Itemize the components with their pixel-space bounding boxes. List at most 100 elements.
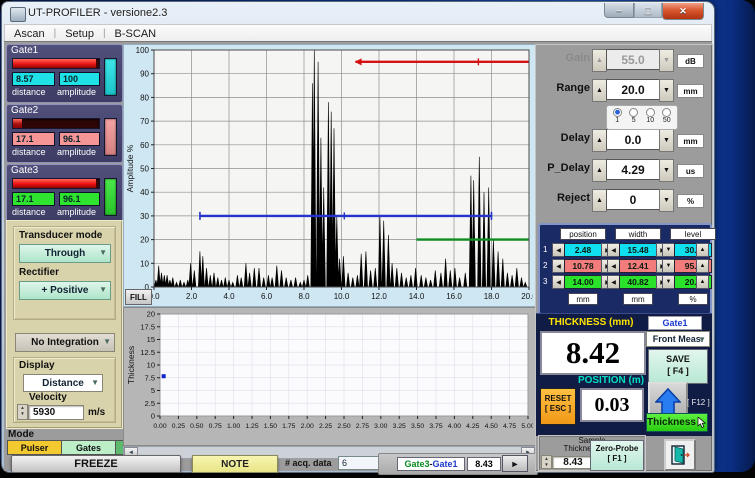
svg-text:1.25: 1.25 [245, 423, 258, 430]
control-unit: mm [677, 84, 704, 98]
integration-dropdown[interactable]: No Integration ▼ [15, 333, 115, 352]
menu-item-b-scan[interactable]: B-SCAN [106, 27, 166, 41]
rectifier-dropdown[interactable]: + Positive ▼ [19, 281, 111, 300]
velocity-field[interactable]: 5930 [28, 405, 84, 420]
svg-text:2.00: 2.00 [301, 423, 314, 430]
gate-level-inc-icon[interactable]: ▲ [696, 275, 709, 289]
gate-distance-label: distance [12, 147, 46, 157]
freeze-button[interactable]: FREEZE [11, 455, 181, 473]
gate-amplitude-label: amplitude [57, 87, 96, 97]
svg-text:20: 20 [147, 310, 155, 319]
control-label: Gain [566, 52, 590, 64]
svg-text:8.0: 8.0 [298, 292, 310, 301]
control-label: Range [556, 82, 590, 94]
increment-icon[interactable]: ▲ [592, 79, 607, 102]
minimize-button-icon[interactable]: – [604, 3, 634, 18]
gate-amplitude-bar-fill [13, 119, 22, 128]
increment-icon[interactable]: ▲ [592, 159, 607, 182]
velocity-label: Velocity [29, 392, 67, 403]
svg-text:6.0: 6.0 [261, 292, 273, 301]
increment-icon[interactable]: ▲ [592, 189, 607, 212]
svg-text:10.0: 10.0 [334, 292, 350, 301]
increment-icon: ▲ [592, 49, 607, 72]
thickness-display: 8.42 [540, 331, 646, 375]
gate-width-value[interactable]: 40.82 [619, 275, 657, 289]
screen: UT-PROFILER - versione2.3 – ▢ ✕ Ascan|Se… [0, 0, 755, 478]
svg-text:60: 60 [140, 141, 149, 150]
menu-item-ascan[interactable]: Ascan [5, 27, 54, 41]
control-row-reject: Reject▲0▼% [536, 189, 710, 211]
exit-button[interactable] [664, 439, 696, 471]
close-button-icon[interactable]: ✕ [662, 3, 704, 20]
thickness-plot: 02.557.51012.51517.5200.000.250.500.751.… [124, 308, 533, 443]
gate-level-inc-icon[interactable]: ▲ [696, 243, 709, 257]
step-radio-1[interactable]: 1 [613, 107, 622, 128]
decrement-icon[interactable]: ▼ [659, 79, 674, 102]
gate-amplitude-bar-fill [13, 179, 96, 188]
chevron-down-icon: ▼ [99, 285, 107, 294]
velocity-spinner[interactable]: ▲▼ [17, 404, 28, 420]
gate-position-value[interactable]: 10.78 [564, 259, 602, 273]
right-panel: Gain▲55.0▼dBRange▲20.0▼mmDelay▲0.0▼mmP_D… [535, 44, 713, 472]
fill-button[interactable]: FILL [125, 289, 152, 305]
gate-position-value[interactable]: 14.00 [564, 275, 602, 289]
thickness-mode-button[interactable]: Thickness [646, 413, 708, 432]
meas-mode-dropdown[interactable]: Front Meas. ▼ [646, 331, 710, 347]
control-value[interactable]: 0.0 [606, 129, 660, 150]
bottom-bar: FREEZE NOTE # acq. data 6 Gate3 - Gate1 … [4, 455, 536, 471]
reset-button[interactable]: RESET [ ESC ] [540, 388, 576, 425]
gate-distance-field: 17.1 [12, 192, 55, 206]
increment-icon[interactable]: ▲ [592, 129, 607, 152]
decrement-icon[interactable]: ▼ [659, 159, 674, 182]
maximize-button-icon[interactable]: ▢ [634, 3, 662, 18]
svg-text:2.75: 2.75 [356, 423, 369, 430]
rectifier-label: Rectifier [19, 267, 59, 278]
menu-item-setup[interactable]: Setup [56, 27, 103, 41]
sample-thickness-spinner[interactable]: ▲▼ [541, 455, 552, 469]
svg-text:7.5: 7.5 [145, 373, 155, 382]
svg-text:4.75: 4.75 [503, 423, 516, 430]
control-value[interactable]: 20.0 [606, 79, 660, 100]
gate-diff-panel: Gate3 - Gate1 8.43 ► [378, 453, 538, 475]
title-bar: UT-PROFILER - versione2.3 – ▢ ✕ [4, 3, 712, 24]
svg-text:12.5: 12.5 [140, 348, 155, 357]
note-button[interactable]: NOTE [192, 455, 278, 473]
gate-width-value[interactable]: 12.41 [619, 259, 657, 273]
step-radio-5[interactable]: 5 [629, 107, 638, 128]
control-value[interactable]: 0 [606, 189, 660, 210]
svg-text:0: 0 [151, 412, 155, 421]
control-row-range: Range▲20.0▼mm [536, 79, 710, 101]
decrement-icon[interactable]: ▼ [659, 189, 674, 212]
mode-tab-gates[interactable]: Gates [61, 440, 115, 455]
mode-tab-pulser[interactable]: Pulser [7, 440, 61, 455]
gate1-text: Gate1 [433, 459, 458, 469]
gate-amplitude-bar [12, 58, 100, 69]
step-radio-10[interactable]: 10 [646, 107, 655, 128]
range-step-radio-group[interactable]: 15 10 50 [606, 105, 678, 130]
decrement-icon[interactable]: ▼ [659, 129, 674, 152]
left-settings-panel: Transducer mode Through ▼ Rectifier + Po… [6, 220, 123, 429]
step-radio-50[interactable]: 50 [662, 107, 671, 128]
svg-text:Thickness: Thickness [126, 346, 136, 384]
sample-thickness-field[interactable]: 8.43 [552, 456, 594, 469]
gates-table-header: width [615, 228, 661, 240]
zero-probe-button[interactable]: Zero-Probe [ F1 ] [590, 440, 644, 471]
svg-text:90: 90 [140, 70, 149, 79]
display-dropdown[interactable]: Distance ▼ [23, 374, 103, 392]
ascan-chart: 01020304050607080901000.02.04.06.08.010.… [123, 44, 536, 307]
gate-width-value[interactable]: 15.48 [619, 243, 657, 257]
play-icon[interactable]: ► [502, 455, 528, 472]
gate-ref-box[interactable]: Gate1 [648, 316, 702, 330]
transducer-mode-label: Transducer mode [19, 230, 102, 241]
transducer-mode-value: Through [45, 248, 86, 259]
gate-level-inc-icon[interactable]: ▲ [696, 259, 709, 273]
gate-position-value[interactable]: 2.48 [564, 243, 602, 257]
transducer-mode-dropdown[interactable]: Through ▼ [19, 244, 111, 263]
svg-text:0.75: 0.75 [209, 423, 222, 430]
svg-text:15: 15 [147, 335, 155, 344]
control-value[interactable]: 4.29 [606, 159, 660, 180]
radio-circle-icon [629, 108, 638, 117]
svg-text:50: 50 [140, 165, 149, 174]
acq-data-field[interactable]: 6 [338, 456, 381, 470]
gate-distance-field: 8.57 [12, 72, 55, 86]
